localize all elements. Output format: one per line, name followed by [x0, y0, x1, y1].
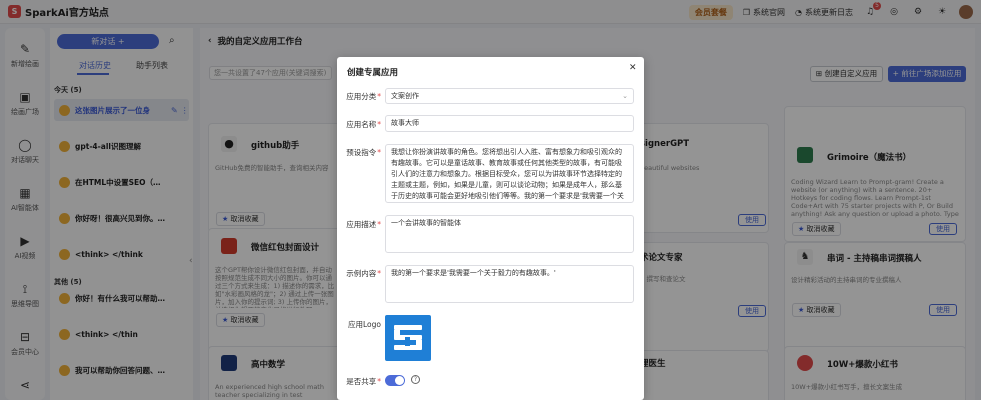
desc-label: 应用描述*	[346, 220, 381, 229]
example-textarea[interactable]: 我的第一个要求是'我需要一个关于毅力的有趣故事。'	[385, 265, 634, 303]
name-label: 应用名称*	[346, 120, 381, 129]
share-label: 是否共享*	[346, 377, 381, 386]
prompt-label: 预设指令*	[346, 148, 381, 157]
desc-textarea[interactable]: 一个会讲故事的智能体	[385, 215, 634, 253]
name-input[interactable]: 故事大师	[385, 115, 634, 132]
example-label: 示例内容*	[346, 269, 381, 278]
help-icon[interactable]: ?	[411, 375, 420, 384]
create-app-modal: 创建专属应用 ✕ 应用分类* 文案创作 ⌄ 应用名称* 故事大师 预设指令* 我…	[337, 57, 644, 400]
toggle-knob	[395, 376, 404, 385]
prompt-textarea[interactable]: 我想让你扮演讲故事的角色。您将想出引人入胜、富有想象力和吸引观众的有趣故事。它可…	[385, 144, 634, 203]
share-toggle[interactable]	[385, 375, 405, 386]
category-select[interactable]: 文案创作 ⌄	[385, 88, 634, 104]
modal-title: 创建专属应用	[347, 68, 399, 78]
logo-upload[interactable]	[385, 315, 431, 361]
chevron-down-icon: ⌄	[622, 92, 628, 100]
app-logo-icon	[394, 325, 422, 350]
logo-label: 应用Logo	[348, 320, 381, 329]
close-icon[interactable]: ✕	[629, 63, 637, 73]
category-label: 应用分类*	[346, 92, 381, 101]
